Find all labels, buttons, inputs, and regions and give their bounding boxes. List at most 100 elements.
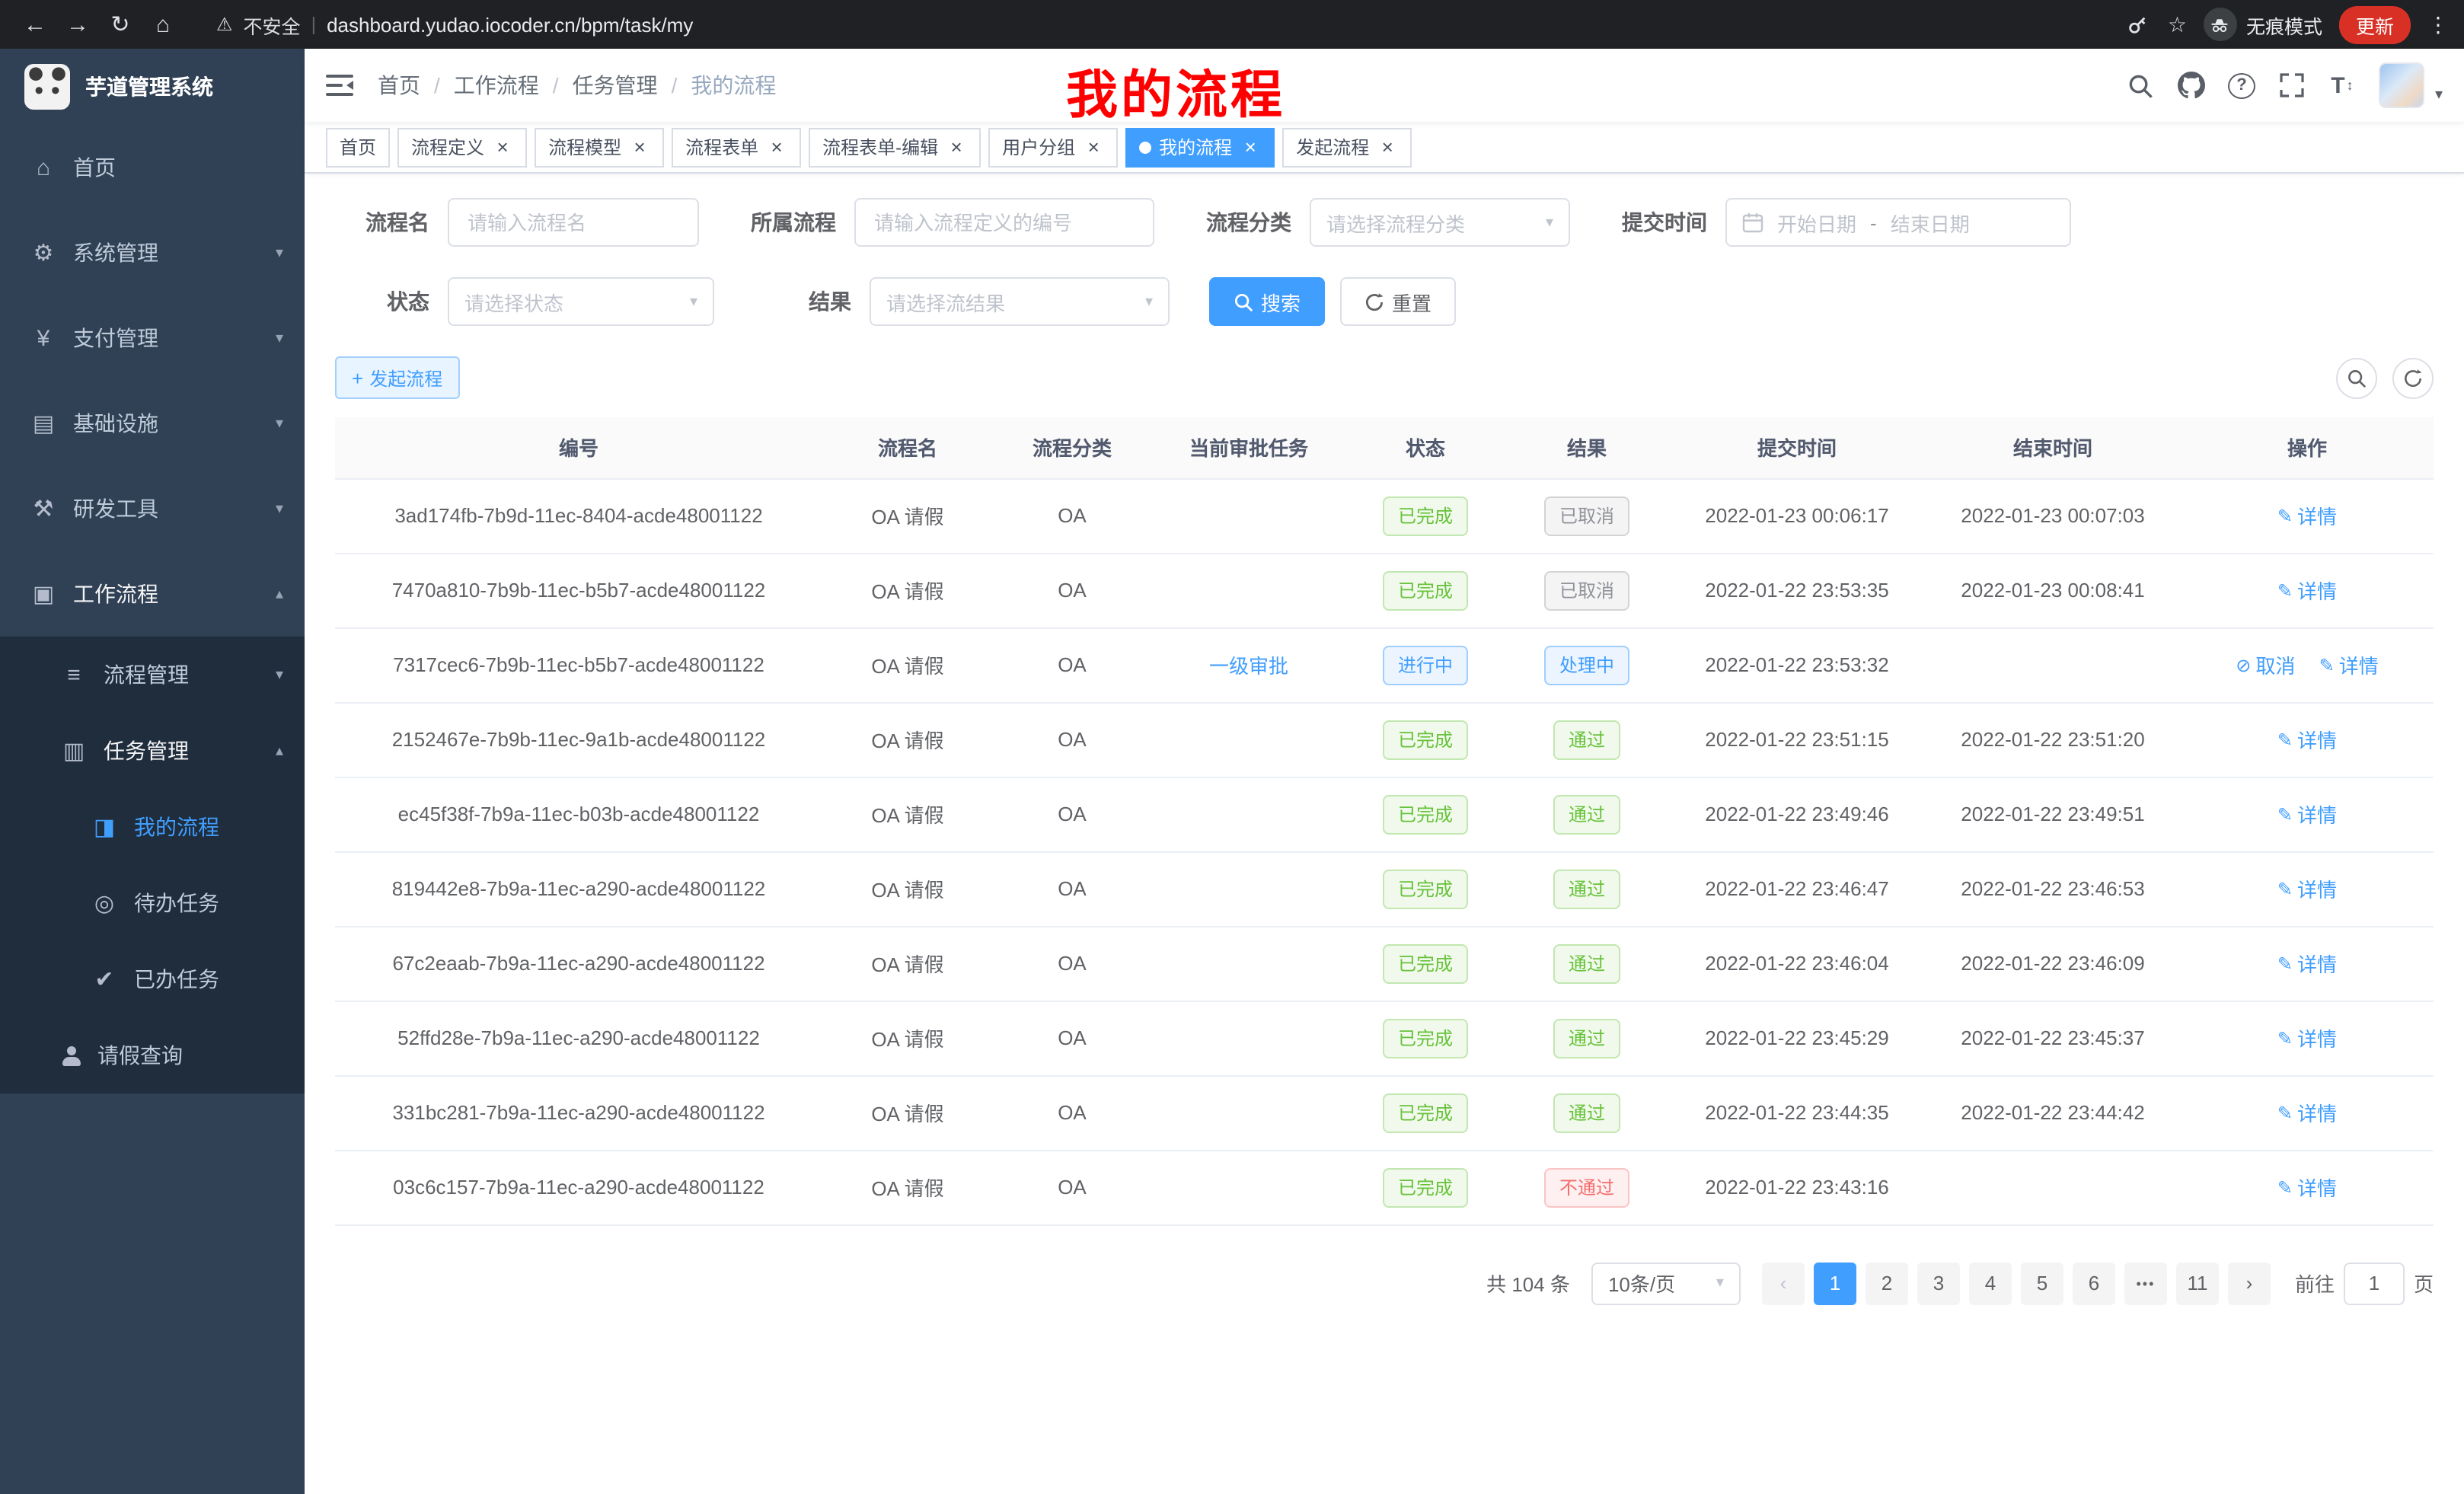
cancel-link[interactable]: ⊘取消 [2236,650,2295,679]
tab-process-form[interactable]: 流程表单 × [672,127,801,167]
url-text[interactable]: dashboard.yudao.iocoder.cn/bpm/task/my [327,13,693,36]
pagination-page-4[interactable]: 4 [1969,1262,2012,1304]
toolbar-refresh-button[interactable] [2392,357,2434,398]
pagination-next[interactable]: › [2228,1262,2271,1304]
process-name-input[interactable] [448,198,699,247]
cell-end-time: 2022-01-23 00:07:03 [1925,478,2181,553]
search-button-label: 搜索 [1261,287,1301,316]
font-size-icon[interactable]: T↕ [2328,70,2356,101]
password-key-icon[interactable] [2124,9,2151,40]
close-icon[interactable]: × [946,136,967,158]
cell-name: OA 请假 [822,777,993,851]
breadcrumb-workflow[interactable]: 工作流程 [454,70,539,101]
security-warning-label[interactable]: 不安全 [244,10,301,39]
sidebar-item-workflow[interactable]: ▣ 工作流程 ▴ [0,551,305,637]
close-icon[interactable]: × [1240,136,1261,158]
sidebar-item-my-process[interactable]: ◨ 我的流程 [0,789,305,865]
close-icon[interactable]: × [1377,136,1398,158]
address-bar[interactable]: ⚠ 不安全 | dashboard.yudao.iocoder.cn/bpm/t… [198,5,2108,44]
pagination-page-2[interactable]: 2 [1866,1262,1908,1304]
close-icon[interactable]: × [492,136,513,158]
page-size-select[interactable]: 10条/页 ▾ [1591,1262,1741,1304]
reset-button[interactable]: 重置 [1340,277,1456,326]
detail-link[interactable]: ✎详情 [2277,874,2337,903]
category-select[interactable]: 请选择流程分类 ▾ [1310,198,1570,247]
tab-process-definition[interactable]: 流程定义 × [397,127,527,167]
process-definition-input[interactable] [854,198,1154,247]
tab-user-group[interactable]: 用户分组 × [988,127,1118,167]
tab-process-form-edit[interactable]: 流程表单-编辑 × [809,127,981,167]
chevron-up-icon: ▴ [276,742,283,759]
status-select[interactable]: 请选择状态 ▾ [448,277,714,326]
goto-page-input[interactable] [2344,1262,2405,1304]
cell-status: 进行中 [1346,627,1505,702]
detail-link[interactable]: ✎详情 [2277,501,2337,530]
cell-category: OA [993,1001,1151,1075]
sidebar-item-infrastructure[interactable]: ▤ 基础设施 ▾ [0,381,305,466]
breadcrumb-home[interactable]: 首页 [378,70,420,101]
sidebar-item-payment[interactable]: ¥ 支付管理 ▾ [0,295,305,381]
browser-back-icon[interactable]: ← [15,5,55,44]
pagination-prev[interactable]: ‹ [1762,1262,1805,1304]
result-tag: 通过 [1553,1093,1620,1132]
cell-name: OA 请假 [822,553,993,627]
browser-update-button[interactable]: 更新 [2339,5,2411,43]
search-button[interactable]: 搜索 [1209,277,1325,326]
detail-link[interactable]: ✎详情 [2277,725,2337,754]
detail-link[interactable]: ✎详情 [2277,1023,2337,1052]
chevron-down-icon: ▾ [1546,214,1553,231]
page-content: 流程名 所属流程 流程分类 请选择流程分类 ▾ [305,174,2464,1494]
detail-link[interactable]: ✎详情 [2319,650,2379,679]
pagination-more[interactable]: ••• [2124,1262,2167,1304]
detail-link[interactable]: ✎详情 [2277,576,2337,605]
close-icon[interactable]: × [1083,136,1104,158]
help-icon[interactable]: ? [2228,72,2255,98]
start-process-button[interactable]: + 发起流程 [335,356,459,399]
pagination-page-1[interactable]: 1 [1814,1262,1856,1304]
pagination-page-11[interactable]: 11 [2176,1262,2219,1304]
cell-result: 已取消 [1505,553,1669,627]
detail-link[interactable]: ✎详情 [2277,1098,2337,1127]
sidebar-item-leave-query[interactable]: 请假查询 [0,1017,305,1093]
tab-home[interactable]: 首页 [326,127,390,167]
close-icon[interactable]: × [766,136,787,158]
hamburger-icon[interactable] [326,70,356,101]
tab-label: 发起流程 [1296,134,1369,160]
detail-link[interactable]: ✎详情 [2277,800,2337,828]
browser-menu-icon[interactable]: ⋮ [2427,11,2449,37]
search-icon[interactable] [2127,70,2155,101]
close-icon[interactable]: × [629,136,650,158]
detail-link[interactable]: ✎详情 [2277,1173,2337,1202]
sidebar-item-home[interactable]: ⌂ 首页 [0,125,305,210]
tab-my-process[interactable]: 我的流程 × [1125,127,1275,167]
toolbar-search-button[interactable] [2336,357,2377,398]
browser-home-icon[interactable]: ⌂ [143,5,183,44]
github-icon[interactable] [2178,70,2205,101]
sidebar-item-system[interactable]: ⚙ 系统管理 ▾ [0,210,305,295]
sidebar-menu: ⌂ 首页 ⚙ 系统管理 ▾ ¥ 支付管理 ▾ ▤ 基础设施 ▾ [0,125,305,1093]
sidebar-item-label: 待办任务 [134,888,283,918]
sidebar-item-done-tasks[interactable]: ✔ 已办任务 [0,941,305,1017]
current-task-link[interactable]: 一级审批 [1209,655,1288,678]
caret-down-icon[interactable]: ▾ [2435,87,2443,108]
sidebar-item-devtools[interactable]: ⚒ 研发工具 ▾ [0,466,305,551]
browser-reload-icon[interactable]: ↻ [101,5,140,44]
sidebar-item-todo-tasks[interactable]: ◎ 待办任务 [0,865,305,941]
sidebar-item-process-mgmt[interactable]: ≡ 流程管理 ▾ [0,637,305,713]
fullscreen-icon[interactable] [2278,70,2306,101]
sidebar-item-task-mgmt[interactable]: ▥ 任务管理 ▴ [0,713,305,789]
tab-process-model[interactable]: 流程模型 × [535,127,664,167]
date-range-picker[interactable]: 开始日期 - 结束日期 [1725,198,2071,247]
pagination-total: 共 104 条 [1486,1269,1570,1298]
tab-start-process[interactable]: 发起流程 × [1282,127,1412,167]
breadcrumb-task-mgmt[interactable]: 任务管理 [573,70,658,101]
bookmark-star-icon[interactable]: ☆ [2168,11,2187,37]
avatar[interactable] [2379,62,2424,108]
pagination-page-3[interactable]: 3 [1917,1262,1960,1304]
result-select[interactable]: 请选择流结果 ▾ [870,277,1170,326]
incognito-badge[interactable]: 无痕模式 [2204,8,2322,41]
browser-forward-icon[interactable]: → [58,5,97,44]
pagination-page-6[interactable]: 6 [2073,1262,2115,1304]
pagination-page-5[interactable]: 5 [2021,1262,2063,1304]
detail-link[interactable]: ✎详情 [2277,949,2337,978]
